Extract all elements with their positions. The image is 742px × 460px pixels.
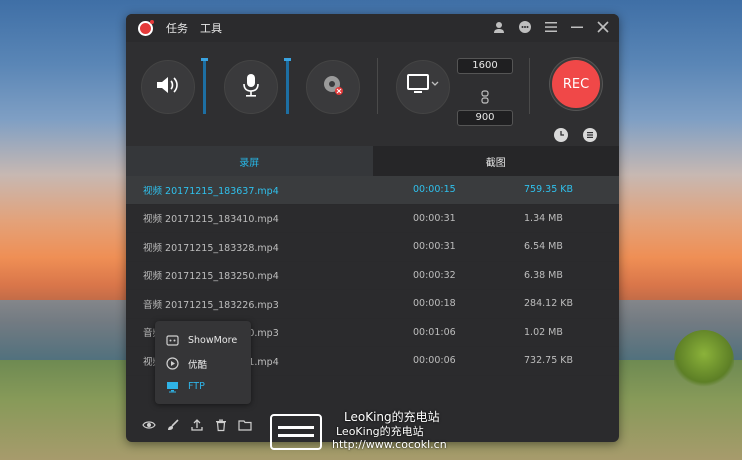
app-logo-icon [138, 20, 154, 36]
menu-icon[interactable] [543, 20, 559, 36]
brush-icon[interactable] [166, 418, 180, 432]
menu-tools[interactable]: 工具 [200, 20, 222, 36]
microphone-level-slider[interactable] [284, 58, 291, 114]
height-field[interactable]: 900 [457, 110, 513, 126]
table-row[interactable]: 视频 20171215_183250.mp4 00:00:32 6.38 MB [126, 262, 619, 290]
file-name: 音频 20171215_183226.mp3 [143, 299, 279, 311]
title-bar: 任务 工具 [126, 14, 619, 42]
divider [529, 58, 530, 114]
file-duration: 00:00:15 [413, 184, 456, 196]
file-size: 6.54 MB [524, 241, 563, 253]
upload-menu: ShowMore 优酷 FTP [155, 321, 251, 404]
table-row[interactable]: 视频 20171215_183410.mp4 00:00:31 1.34 MB [126, 205, 619, 233]
watermark-logo-icon [270, 414, 322, 450]
menu-item-label: 优酷 [188, 359, 208, 371]
menu-item-label: ShowMore [188, 335, 238, 346]
recorder-window: 任务 工具 1600 900 REC 录屏 截图 视频 20171215_183… [126, 14, 619, 442]
chat-icon[interactable] [517, 20, 533, 36]
monitor-icon [406, 73, 440, 101]
user-icon[interactable] [491, 20, 507, 36]
file-duration: 00:00:31 [413, 241, 456, 253]
table-row[interactable]: 视频 20171215_183328.mp4 00:00:31 6.54 MB [126, 233, 619, 262]
youku-icon [166, 357, 179, 370]
titlebar-icons [491, 20, 611, 36]
file-duration: 00:00:31 [413, 212, 456, 224]
ftp-icon [166, 380, 179, 393]
file-size: 284.12 KB [524, 298, 574, 310]
width-field[interactable]: 1600 [457, 58, 513, 74]
screen-region-button[interactable] [396, 60, 450, 114]
file-duration: 00:00:32 [413, 269, 456, 281]
watermark-url: http://www.cocokl.cn [332, 438, 447, 451]
palm-tree [674, 330, 734, 390]
file-size: 732.75 KB [524, 355, 574, 367]
menu-item-label: FTP [188, 381, 205, 392]
link-icon[interactable] [480, 90, 490, 107]
upload-icon[interactable] [190, 418, 204, 432]
microphone-icon [240, 72, 262, 102]
file-name: 视频 20171215_183637.mp4 [143, 185, 279, 197]
webcam-icon [320, 72, 346, 102]
table-row[interactable]: 视频 20171215_183637.mp4 00:00:15 759.35 K… [126, 176, 619, 205]
minimize-icon[interactable] [569, 20, 585, 36]
file-size: 759.35 KB [524, 184, 574, 196]
settings-icon[interactable] [583, 128, 597, 142]
folder-icon[interactable] [238, 418, 252, 432]
speaker-icon [155, 74, 181, 100]
trash-icon[interactable] [214, 418, 228, 432]
webcam-button[interactable] [306, 60, 360, 114]
file-size: 6.38 MB [524, 269, 563, 281]
divider [377, 58, 378, 114]
tab-screenshot[interactable]: 截图 [372, 146, 619, 176]
system-sound-level-slider[interactable] [201, 58, 208, 114]
file-duration: 00:01:06 [413, 326, 456, 338]
file-name: 视频 20171215_183250.mp4 [143, 271, 279, 283]
file-size: 1.02 MB [524, 326, 563, 338]
tab-record[interactable]: 录屏 [126, 146, 373, 176]
showmore-icon [166, 334, 179, 347]
menu-task[interactable]: 任务 [166, 20, 188, 36]
control-panel: 1600 900 REC [126, 42, 619, 146]
microphone-button[interactable] [224, 60, 278, 114]
eye-icon[interactable] [142, 418, 156, 432]
clock-icon[interactable] [554, 128, 568, 142]
file-name: 视频 20171215_183328.mp4 [143, 242, 279, 254]
menu-item-ftp[interactable]: FTP [155, 375, 251, 398]
table-row[interactable]: 音频 20171215_183226.mp3 00:00:18 284.12 K… [126, 290, 619, 319]
close-icon[interactable] [595, 20, 611, 36]
watermark: LeoKing的充电站 LeoKing的充电站 http://www.cocok… [270, 408, 492, 454]
file-duration: 00:00:06 [413, 355, 456, 367]
record-button[interactable]: REC [550, 58, 602, 110]
main-menu: 任务 工具 [166, 20, 222, 36]
file-name: 视频 20171215_183410.mp4 [143, 214, 279, 226]
menu-item-youku[interactable]: 优酷 [155, 352, 251, 375]
file-duration: 00:00:18 [413, 298, 456, 310]
watermark-text: LeoKing的充电站 [336, 425, 424, 438]
menu-item-showmore[interactable]: ShowMore [155, 329, 251, 352]
system-sound-button[interactable] [141, 60, 195, 114]
file-size: 1.34 MB [524, 212, 563, 224]
mode-tabs: 录屏 截图 [126, 146, 619, 176]
